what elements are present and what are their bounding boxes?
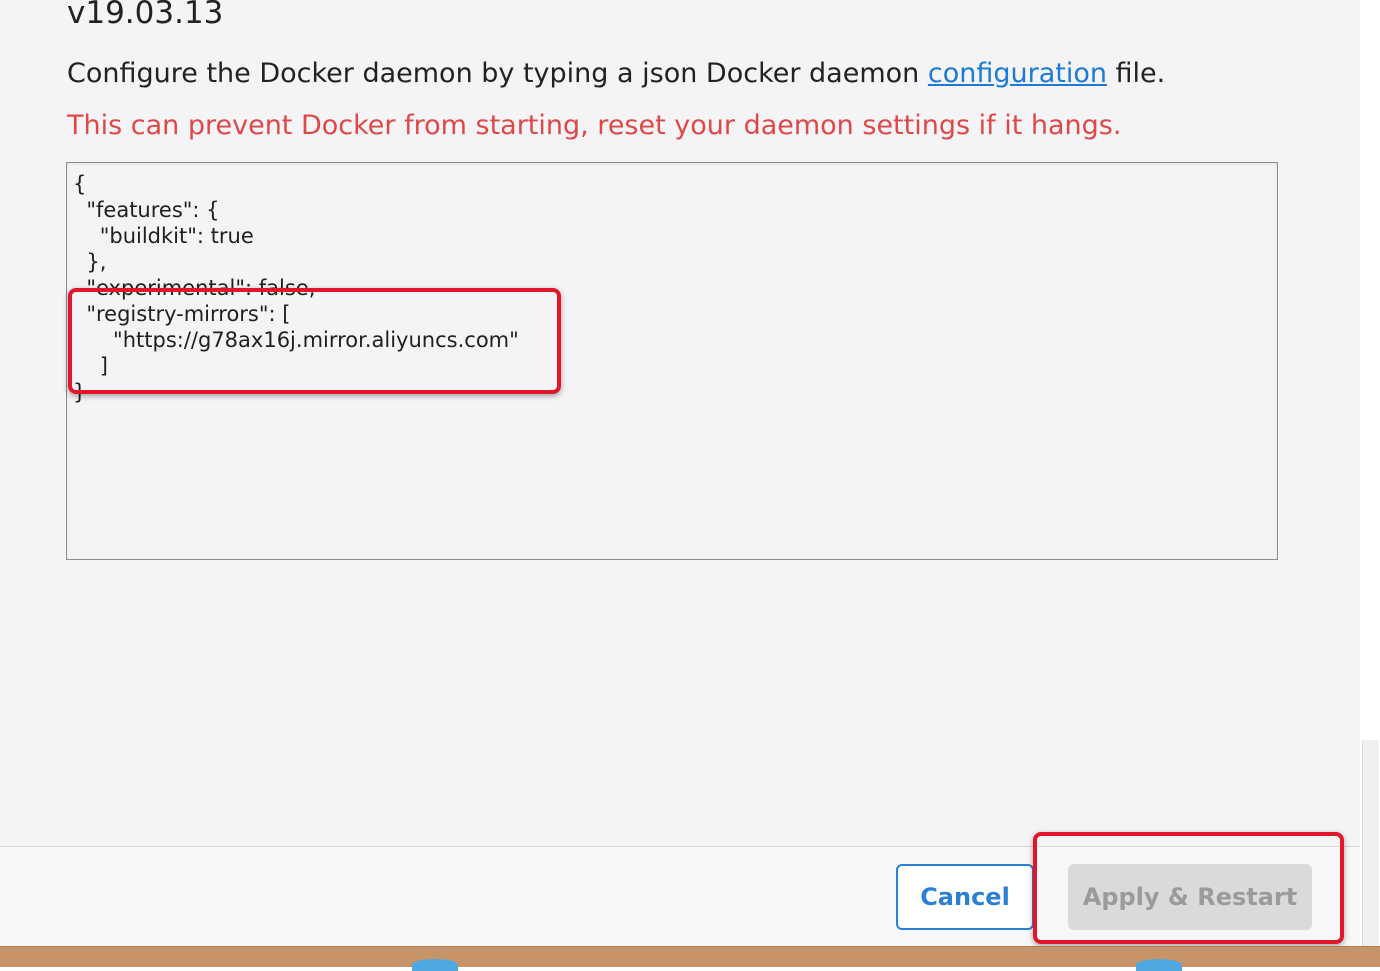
warning-message: This can prevent Docker from starting, r… bbox=[67, 110, 1122, 141]
daemon-json-content[interactable]: { "features": { "buildkit": true }, "exp… bbox=[73, 171, 519, 405]
daemon-json-editor[interactable]: { "features": { "buildkit": true }, "exp… bbox=[66, 162, 1278, 560]
configuration-link[interactable]: configuration bbox=[928, 58, 1107, 89]
desktop-dock bbox=[0, 946, 1380, 971]
background-window-edge bbox=[1360, 0, 1380, 950]
daemon-description: Configure the Docker daemon by typing a … bbox=[67, 56, 1165, 92]
description-text: Configure the Docker daemon by typing a … bbox=[67, 58, 928, 89]
cancel-button[interactable]: Cancel bbox=[896, 864, 1034, 930]
dock-app-icon[interactable] bbox=[412, 959, 458, 971]
description-suffix: file. bbox=[1106, 58, 1166, 89]
dock-app-icon[interactable] bbox=[1136, 959, 1182, 971]
docker-version: v19.03.13 bbox=[67, 0, 224, 31]
background-scrollbar bbox=[1362, 740, 1379, 950]
settings-window: v19.03.13 Configure the Docker daemon by… bbox=[0, 0, 1360, 947]
apply-restart-button[interactable]: Apply & Restart bbox=[1068, 864, 1312, 930]
